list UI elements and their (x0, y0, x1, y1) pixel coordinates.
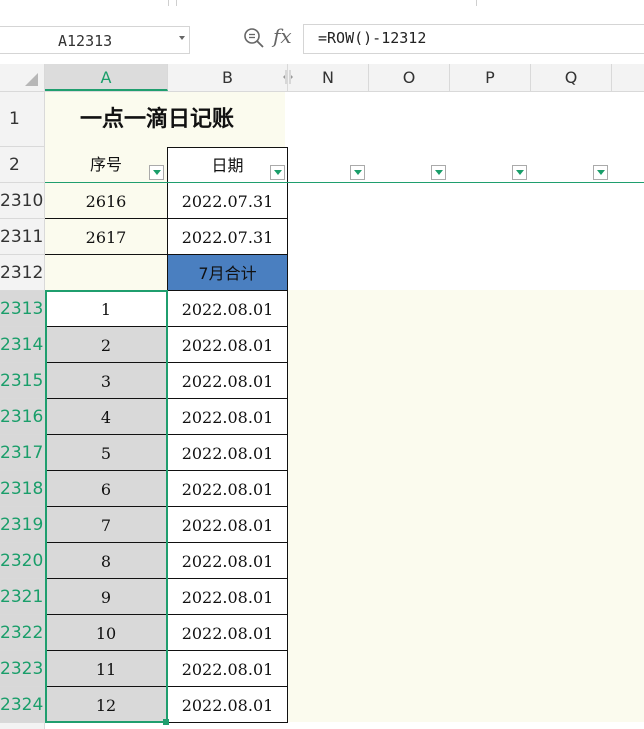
row-header: 1 2 2310 2311 2312 2313 2314 2315 2316 2317 2318… (0, 92, 45, 729)
seq-cell[interactable]: 6 (45, 471, 168, 507)
date-cell[interactable]: 2022.08.01 (168, 579, 288, 615)
date-cell[interactable]: 2022.08.01 (168, 471, 288, 507)
row-header-2314[interactable]: 2314 (0, 327, 45, 363)
row-header-2319[interactable]: 2319 (0, 507, 45, 543)
seq-cell[interactable] (45, 255, 168, 291)
row-header-2324[interactable]: 2324 (0, 687, 45, 723)
fill-handle[interactable] (163, 719, 169, 725)
row-header-2315[interactable]: 2315 (0, 363, 45, 399)
header-date-label: 日期 (211, 156, 244, 175)
date-cell[interactable]: 2022.08.01 (168, 615, 288, 651)
seq-cell[interactable]: 2616 (45, 183, 168, 219)
divider (168, 0, 169, 6)
column-header-p[interactable]: P (450, 64, 531, 91)
divider (176, 0, 177, 6)
row-header-2[interactable]: 2 (0, 147, 45, 183)
row-header-2323[interactable]: 2323 (0, 651, 45, 687)
date-cell[interactable]: 2022.08.01 (168, 687, 288, 723)
sheet-title[interactable]: 一点一滴日记账 (45, 92, 285, 147)
column-header-n[interactable]: N (288, 64, 369, 91)
seq-cell[interactable]: 9 (45, 579, 168, 615)
row-header-2321[interactable]: 2321 (0, 579, 45, 615)
filter-dropdown-icon[interactable] (593, 165, 608, 180)
seq-cell[interactable]: 4 (45, 399, 168, 435)
select-all-corner[interactable] (0, 64, 45, 91)
row-header-2311[interactable]: 2311 (0, 219, 45, 255)
filter-dropdown-icon[interactable] (431, 165, 446, 180)
seq-cell[interactable]: 3 (45, 363, 168, 399)
column-header-a[interactable]: A (45, 64, 168, 91)
seq-cell[interactable]: 10 (45, 615, 168, 651)
select-all-icon (25, 73, 38, 86)
spreadsheet-grid: 一点一滴日记账 序号 日期 2616 2022.07.31 2617 2022.07.… (45, 92, 644, 729)
row-header-2320[interactable]: 2320 (0, 543, 45, 579)
cream-fill-area (288, 290, 644, 722)
row-header-2312[interactable]: 2312 (0, 255, 45, 291)
row-header-2316[interactable]: 2316 (0, 399, 45, 435)
date-cell[interactable]: 2022.08.01 (168, 291, 288, 327)
seq-cell[interactable]: 2 (45, 327, 168, 363)
filter-dropdown-icon[interactable] (270, 165, 285, 180)
filter-dropdown-icon[interactable] (149, 165, 164, 180)
date-cell[interactable]: 2022.07.31 (168, 219, 288, 255)
date-cell[interactable]: 2022.08.01 (168, 543, 288, 579)
column-header: A B N O P Q (0, 64, 644, 92)
name-box-value: A12313 (58, 32, 113, 50)
date-cell[interactable]: 2022.08.01 (168, 399, 288, 435)
name-box[interactable]: A12313 (0, 26, 190, 54)
seq-cell[interactable]: 11 (45, 651, 168, 687)
date-cell[interactable]: 2022.08.01 (168, 435, 288, 471)
row-header-2310[interactable]: 2310 (0, 183, 45, 219)
row-header-2318[interactable]: 2318 (0, 471, 45, 507)
formula-text: =ROW()-12312 (318, 29, 427, 47)
column-header-q[interactable]: Q (531, 64, 612, 91)
fx-icon[interactable]: fx (273, 24, 292, 48)
date-cell[interactable]: 2022.08.01 (168, 507, 288, 543)
subtotal-cell[interactable]: 7月合计 (168, 255, 288, 291)
filter-dropdown-icon[interactable] (512, 165, 527, 180)
date-cell[interactable]: 2022.08.01 (168, 651, 288, 687)
row-header-1[interactable]: 1 (0, 92, 45, 147)
column-header-b[interactable]: B (168, 64, 288, 91)
filter-dropdown-icon[interactable] (350, 165, 365, 180)
seq-cell[interactable]: 12 (45, 687, 168, 723)
seq-cell[interactable]: 2617 (45, 219, 168, 255)
row-header-2322[interactable]: 2322 (0, 615, 45, 651)
seq-cell[interactable]: 5 (45, 435, 168, 471)
date-cell[interactable]: 2022.08.01 (168, 363, 288, 399)
row-header-2317[interactable]: 2317 (0, 435, 45, 471)
header-seq-label: 序号 (89, 155, 122, 174)
toolbar-edge (0, 0, 644, 10)
date-cell[interactable]: 2022.07.31 (168, 183, 288, 219)
date-cell[interactable]: 2022.08.01 (168, 327, 288, 363)
seq-cell[interactable]: 1 (45, 291, 168, 327)
formula-bar: A12313 fx =ROW()-12312 (0, 18, 644, 60)
name-box-dropdown-icon[interactable] (179, 36, 185, 40)
seq-cell[interactable]: 8 (45, 543, 168, 579)
divider (476, 0, 477, 6)
row-header-2313[interactable]: 2313 (0, 291, 45, 327)
formula-input[interactable]: =ROW()-12312 (303, 24, 644, 54)
zoom-formula-icon[interactable] (243, 27, 265, 49)
seq-cell[interactable]: 7 (45, 507, 168, 543)
column-header-o[interactable]: O (369, 64, 450, 91)
